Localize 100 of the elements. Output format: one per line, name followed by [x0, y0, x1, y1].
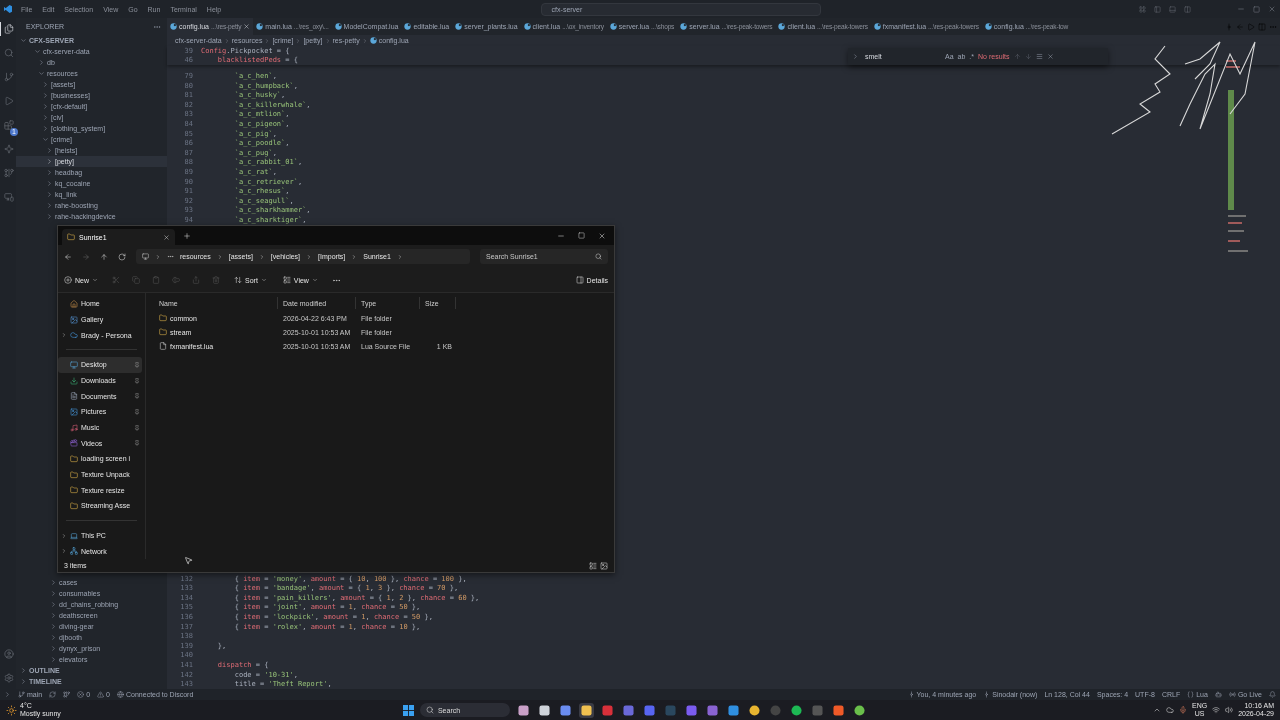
account-icon — [3, 649, 14, 659]
split-editor-icon — [1258, 22, 1266, 31]
lua-file-icon — [680, 23, 688, 30]
chevron-right-icon — [60, 532, 67, 539]
sync-icon — [49, 691, 57, 698]
sort-icon — [234, 276, 242, 284]
close-icon[interactable] — [1046, 53, 1054, 60]
lua-file-icon — [369, 37, 377, 44]
close-icon[interactable] — [243, 23, 251, 30]
caret-icon — [260, 277, 267, 283]
chevron-right-icon — [361, 37, 368, 44]
folder-icon — [70, 501, 78, 510]
minimap-drawing[interactable] — [1226, 60, 1248, 252]
microphone-icon[interactable] — [1179, 706, 1187, 714]
search-icon — [425, 706, 434, 714]
sun-icon — [6, 704, 17, 716]
chevron-right-icon — [351, 253, 358, 260]
git-graph-icon — [3, 168, 14, 178]
lua-file-icon — [778, 23, 786, 30]
warning-icon — [97, 691, 105, 698]
image-icon — [70, 407, 78, 416]
file-icon — [159, 342, 167, 350]
chevron-right-icon — [396, 253, 403, 260]
cloud-icon[interactable] — [1166, 706, 1174, 714]
arrow-left-icon[interactable] — [64, 252, 72, 261]
image-icon — [70, 315, 78, 324]
folder-icon — [159, 328, 167, 336]
pin-icon — [134, 408, 140, 415]
refresh-icon[interactable] — [118, 252, 126, 261]
close-icon[interactable] — [1268, 5, 1276, 13]
chevron-right-icon — [306, 253, 313, 260]
commit-icon — [983, 691, 991, 698]
braces-icon — [1187, 691, 1195, 698]
play-icon — [3, 96, 14, 106]
pin-icon — [134, 440, 140, 447]
branch-icon — [3, 72, 14, 82]
search-icon — [3, 48, 14, 58]
tiles-view-icon[interactable] — [600, 561, 608, 570]
close-icon[interactable] — [598, 231, 606, 240]
branch-icon — [18, 691, 25, 698]
files-icon — [3, 24, 14, 34]
folder-icon — [70, 470, 78, 479]
windows-logo-icon[interactable] — [402, 704, 414, 716]
document-icon — [70, 392, 78, 401]
folder-icon — [67, 233, 75, 241]
pin-icon — [134, 377, 140, 384]
volume-icon[interactable] — [1225, 706, 1234, 714]
lua-file-icon — [455, 23, 463, 30]
chevron-right-icon — [324, 37, 331, 44]
monitor-icon — [3, 192, 14, 202]
search-icon — [595, 253, 602, 260]
monitor-icon — [70, 360, 78, 369]
list-icon — [282, 276, 291, 284]
folder-icon — [159, 314, 167, 322]
editor-logo-icon — [4, 5, 12, 13]
details-view-icon[interactable] — [589, 561, 597, 570]
lua-file-icon — [334, 23, 342, 30]
cloud-icon — [70, 331, 78, 340]
cursor-icon — [184, 556, 193, 565]
monitor-icon — [142, 253, 149, 260]
network-icon — [70, 547, 78, 556]
git-graph-icon — [63, 691, 71, 698]
pin-icon — [134, 393, 140, 400]
wifi-icon[interactable] — [1212, 706, 1221, 714]
music-icon — [70, 423, 78, 432]
lua-file-icon — [256, 23, 264, 30]
plus-circle-icon — [64, 276, 72, 284]
chevron-right-icon — [258, 253, 265, 260]
chevron-right-icon[interactable] — [852, 53, 859, 60]
chevron-right-icon — [38, 59, 45, 66]
lua-file-icon — [984, 23, 992, 30]
chevron-down-icon — [38, 70, 45, 77]
caret-icon — [311, 277, 318, 283]
settings-icon — [3, 673, 14, 683]
globe-icon — [117, 691, 124, 698]
lua-file-icon — [873, 23, 881, 30]
video-icon — [70, 439, 78, 448]
error-icon — [77, 691, 85, 698]
bell-icon — [1269, 691, 1276, 698]
plus-icon[interactable] — [183, 231, 191, 240]
arrow-up-icon[interactable] — [100, 252, 108, 261]
broadcast-icon — [1228, 691, 1236, 698]
chevron-right-icon — [223, 37, 230, 44]
chevron-right-icon — [155, 253, 161, 260]
pin-icon — [134, 361, 140, 368]
panel-icon — [575, 276, 584, 284]
menu-icon[interactable] — [1035, 53, 1043, 60]
chevron-up-icon[interactable] — [1153, 706, 1161, 714]
folder-icon — [70, 486, 78, 495]
robot-icon — [1214, 691, 1222, 698]
home-icon — [70, 299, 78, 308]
pin-icon — [134, 424, 140, 431]
chevron-right-icon — [60, 332, 67, 339]
close-icon[interactable] — [163, 233, 170, 241]
layout-icon — [1139, 5, 1146, 13]
blocks-icon — [3, 120, 14, 130]
chevron-right-icon — [60, 548, 67, 555]
commit-icon — [1225, 22, 1233, 31]
chevron-down-icon — [42, 136, 49, 143]
lua-file-icon — [170, 23, 177, 30]
